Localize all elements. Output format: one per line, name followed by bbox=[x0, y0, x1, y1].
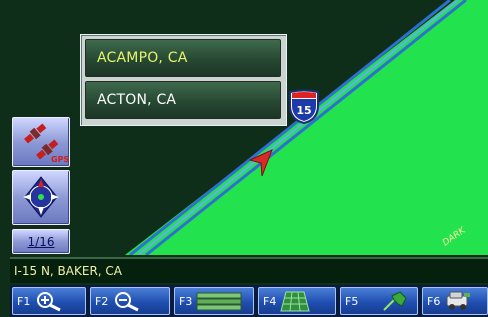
f3-route-list-button[interactable]: F3 bbox=[174, 287, 254, 315]
route-list-icon bbox=[196, 290, 242, 312]
suggestion-label: ACTON, CA bbox=[97, 92, 177, 108]
gps-satellite-icon: GPS bbox=[13, 123, 69, 170]
function-key-label: F2 bbox=[95, 294, 109, 308]
f2-zoom-out-button[interactable]: F2 bbox=[90, 287, 170, 315]
function-key-label: F1 bbox=[17, 294, 31, 308]
pushpin-icon bbox=[380, 290, 408, 312]
zoom-out-icon bbox=[112, 290, 142, 312]
location-status-bar: I-15 N, BAKER, CA bbox=[10, 257, 488, 283]
function-key-label: F3 bbox=[179, 294, 193, 308]
interstate-number: 15 bbox=[296, 104, 311, 117]
svg-text:GPS: GPS bbox=[51, 155, 69, 164]
f5-pushpin-button[interactable]: F5 bbox=[340, 287, 418, 315]
map-orientation-button[interactable] bbox=[12, 170, 70, 225]
f6-vehicle-button[interactable]: F6 bbox=[422, 287, 488, 315]
compass-icon bbox=[13, 176, 69, 228]
function-key-label: F6 bbox=[427, 294, 441, 308]
function-key-label: F5 bbox=[345, 294, 359, 308]
city-suggestion-list: ACAMPO, CA ACTON, CA bbox=[80, 34, 287, 126]
suggestion-label: ACAMPO, CA bbox=[97, 50, 188, 66]
f1-zoom-in-button[interactable]: F1 bbox=[12, 287, 86, 315]
gps-status-button[interactable]: GPS bbox=[12, 117, 70, 167]
vehicle-icon bbox=[444, 290, 472, 312]
grid-view-icon bbox=[280, 290, 310, 312]
function-key-label: F4 bbox=[263, 294, 277, 308]
interstate-shield-icon: 15 bbox=[287, 89, 321, 125]
zoom-scale-button[interactable]: 1/16 bbox=[12, 229, 70, 254]
current-location-text: I-15 N, BAKER, CA bbox=[14, 264, 123, 278]
suggestion-item-acton[interactable]: ACTON, CA bbox=[85, 81, 281, 119]
zoom-scale-label: 1/16 bbox=[27, 234, 55, 249]
zoom-in-icon bbox=[34, 290, 64, 312]
f4-grid-view-button[interactable]: F4 bbox=[258, 287, 336, 315]
suggestion-item-acampo[interactable]: ACAMPO, CA bbox=[85, 39, 281, 77]
function-key-bar: F1 F2 F3 F4 F5 F6 bbox=[10, 285, 488, 317]
